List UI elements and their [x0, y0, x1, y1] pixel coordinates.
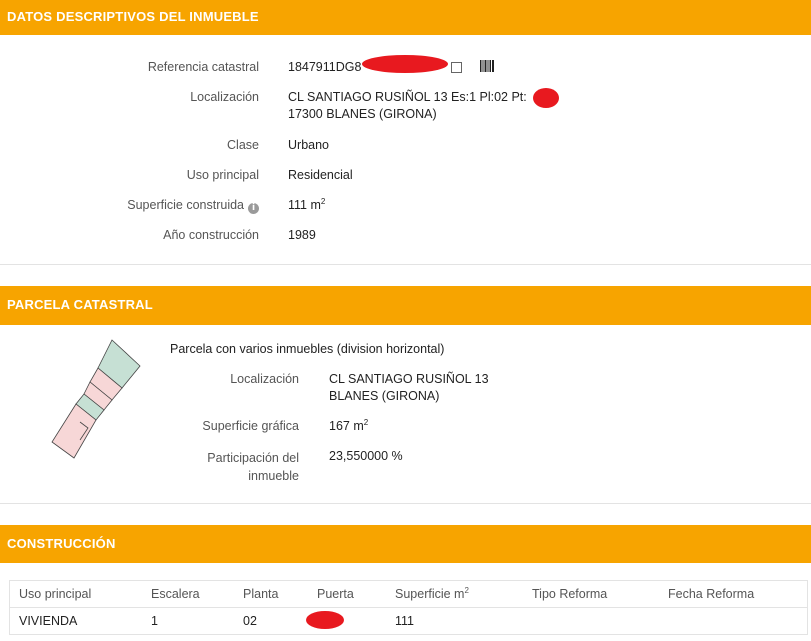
construccion-table: Uso principal Escalera Planta Puerta Sup… — [9, 580, 808, 635]
participacion-label-line2: inmueble — [248, 469, 299, 483]
superficie-unit-sup: 2 — [320, 196, 326, 206]
col-superficie-text: Superficie m — [395, 587, 465, 601]
parcela-localizacion-label: Localización — [230, 372, 299, 386]
participacion-label-line1: Participación del — [207, 451, 299, 465]
parcela-superficie-number: 167 m — [329, 419, 364, 433]
uso-principal-value: Residencial — [288, 168, 353, 182]
anio-construccion-label: Año construcción — [163, 228, 259, 242]
col-tipo-reforma: Tipo Reforma — [523, 580, 659, 608]
parcela-section-header: PARCELA CATASTRAL — [0, 286, 811, 325]
cell-tipo-reforma — [523, 608, 659, 635]
parcela-descripcion: Parcela con varios inmuebles (division h… — [170, 342, 445, 356]
table-row[interactable]: VIVIENDA 1 02 111 — [10, 608, 808, 635]
parcela-superficie-unit-sup: 2 — [363, 417, 369, 427]
cell-planta: 02 — [243, 614, 257, 628]
cell-fecha-reforma — [659, 608, 808, 635]
barcode-icon[interactable] — [480, 60, 494, 72]
anio-construccion-value: 1989 — [288, 228, 316, 242]
superficie-construida-number: 111 m — [288, 198, 321, 212]
participacion-value: 23,550000 % — [329, 449, 403, 463]
construccion-section-header: CONSTRUCCIÓN — [0, 525, 811, 563]
participacion-label: Participación del inmueble — [207, 449, 299, 485]
table-header-row: Uso principal Escalera Planta Puerta Sup… — [9, 580, 808, 608]
parcela-localizacion-line1: CL SANTIAGO RUSIÑOL 13 — [329, 372, 489, 386]
referencia-value: 1847911DG8 — [288, 60, 362, 74]
parcela-header-title: PARCELA CATASTRAL — [7, 297, 153, 312]
col-planta: Planta — [234, 580, 308, 608]
col-superficie-sup: 2 — [464, 585, 469, 595]
cell-uso: VIVIENDA — [19, 614, 78, 628]
redaction-mark — [533, 88, 559, 108]
col-superficie: Superficie m2 — [386, 580, 523, 608]
col-escalera: Escalera — [142, 580, 234, 608]
inmueble-section-header: DATOS DESCRIPTIVOS DEL INMUEBLE — [0, 0, 811, 35]
construccion-header-title: CONSTRUCCIÓN — [7, 536, 116, 551]
parcela-localizacion-line2: BLANES (GIRONA) — [329, 389, 440, 403]
parcela-superficie-label: Superficie gráfica — [202, 419, 299, 433]
parcel-map[interactable] — [50, 338, 146, 464]
checkbox-icon[interactable] — [451, 62, 462, 73]
col-uso-principal: Uso principal — [9, 580, 142, 608]
clase-value: Urbano — [288, 138, 329, 152]
section-divider — [0, 264, 811, 265]
superficie-construida-label: Superficie construida i — [127, 198, 259, 214]
cell-escalera: 1 — [151, 614, 158, 628]
info-icon[interactable]: i — [248, 203, 259, 214]
redaction-mark — [306, 611, 344, 629]
col-puerta: Puerta — [308, 580, 386, 608]
referencia-label: Referencia catastral — [147, 60, 259, 74]
uso-principal-label: Uso principal — [186, 168, 259, 182]
cell-puerta — [306, 608, 386, 635]
inmueble-header-title: DATOS DESCRIPTIVOS DEL INMUEBLE — [7, 9, 259, 24]
col-fecha-reforma: Fecha Reforma — [659, 580, 808, 608]
redaction-mark — [362, 55, 448, 73]
parcela-superficie-value: 167 m2 — [329, 418, 368, 435]
localizacion-line2: 17300 BLANES (GIRONA) — [288, 107, 437, 121]
localizacion-line1: CL SANTIAGO RUSIÑOL 13 Es:1 Pl:02 Pt: — [288, 90, 527, 104]
superficie-construida-text: Superficie construida — [127, 198, 244, 212]
localizacion-label: Localización — [190, 90, 259, 104]
superficie-construida-value: 111 m2 — [288, 197, 325, 214]
clase-label: Clase — [227, 138, 259, 152]
section-divider — [0, 503, 811, 504]
cell-superficie: 111 — [395, 614, 415, 628]
